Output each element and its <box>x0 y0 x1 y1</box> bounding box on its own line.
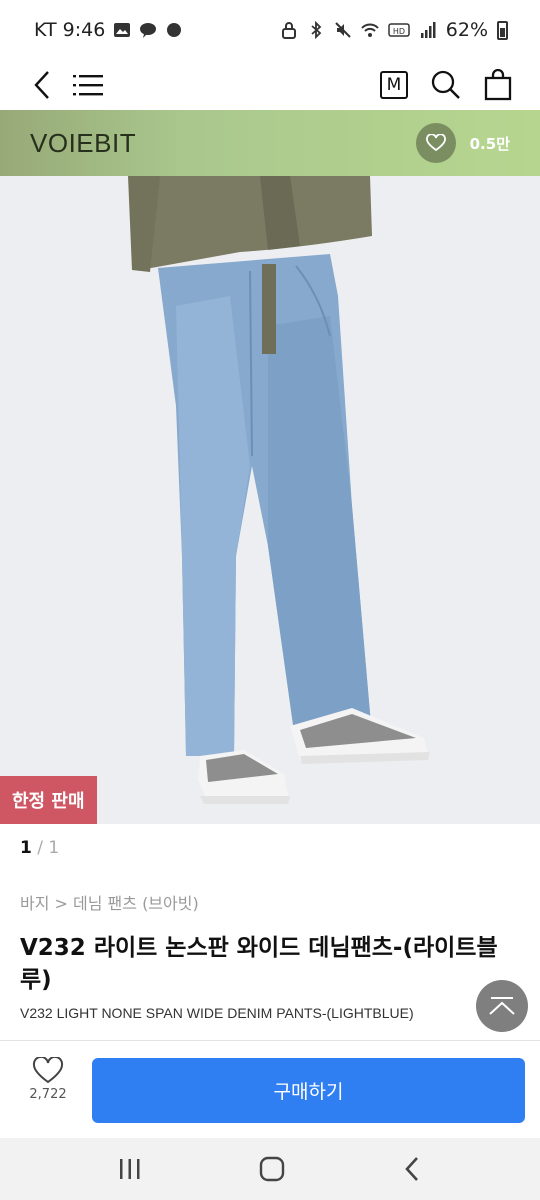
heart-outline-icon <box>32 1057 64 1084</box>
image-total: 1 <box>48 838 60 858</box>
hd-icon: HD <box>388 23 410 37</box>
scroll-to-top-button[interactable] <box>476 980 528 1032</box>
chevron-left-icon <box>34 71 49 99</box>
category-breadcrumb[interactable]: 바지 > 데님 팬츠 (브아빗) <box>20 890 199 914</box>
top-nav: M <box>0 60 540 110</box>
talk-icon <box>140 23 157 38</box>
lock-icon <box>281 22 296 39</box>
menu-list-icon <box>73 75 103 96</box>
buy-button-label: 구매하기 <box>273 1081 344 1103</box>
buy-button[interactable]: 구매하기 <box>92 1058 525 1123</box>
image-counter: 1 / 1 <box>20 838 59 858</box>
menu-button[interactable] <box>68 65 108 105</box>
bottom-action-bar: 2,722 구매하기 <box>0 1040 540 1138</box>
image-index: 1 <box>20 838 32 858</box>
back-button[interactable] <box>22 65 62 105</box>
signal-icon <box>420 22 436 38</box>
brand-bar[interactable]: VOIEBIT 0.5만 <box>0 110 540 176</box>
denim-pants-illustration <box>0 176 540 824</box>
search-button[interactable] <box>426 65 466 105</box>
recent-apps-icon[interactable] <box>117 1157 143 1181</box>
product-english-title: V232 LIGHT NONE SPAN WIDE DENIM PANTS-(L… <box>20 1005 414 1021</box>
search-icon <box>431 70 460 99</box>
system-nav-bar <box>0 1138 540 1200</box>
carrier-time: KT 9:46 <box>34 19 106 41</box>
home-icon[interactable] <box>258 1155 286 1183</box>
battery-icon <box>497 20 508 40</box>
wishlist-count: 2,722 <box>29 1087 67 1102</box>
brand-like-count: 0.5만 <box>469 134 510 153</box>
m-icon: M <box>380 71 408 99</box>
back-nav-icon[interactable] <box>401 1155 423 1183</box>
shopping-bag-icon <box>484 69 512 101</box>
my-page-button[interactable]: M <box>374 65 414 105</box>
bluetooth-icon <box>311 21 322 39</box>
gallery-icon <box>114 23 131 37</box>
wifi-icon <box>361 23 379 37</box>
cart-button[interactable] <box>478 65 518 105</box>
m-label: M <box>386 75 402 95</box>
status-bar: KT 9:46 HD 62% <box>0 0 540 60</box>
svg-text:HD: HD <box>393 27 405 36</box>
brand-name[interactable]: VOIEBIT <box>30 128 136 159</box>
brand-like-button[interactable] <box>415 123 456 163</box>
scroll-up-icon <box>489 997 515 1015</box>
wishlist-button[interactable]: 2,722 <box>20 1057 76 1102</box>
product-image[interactable] <box>0 176 540 824</box>
chat-bubble-icon <box>167 23 182 37</box>
product-title: V232 라이트 논스판 와이드 데님팬츠-(라이트블루) <box>20 935 498 993</box>
mute-icon <box>335 22 351 38</box>
image-counter-separator: / <box>37 838 43 858</box>
limited-sale-badge: 한정 판매 <box>0 776 97 824</box>
battery-percent: 62% <box>445 19 488 41</box>
limited-sale-label: 한정 판매 <box>12 791 85 812</box>
heart-icon <box>425 134 446 152</box>
